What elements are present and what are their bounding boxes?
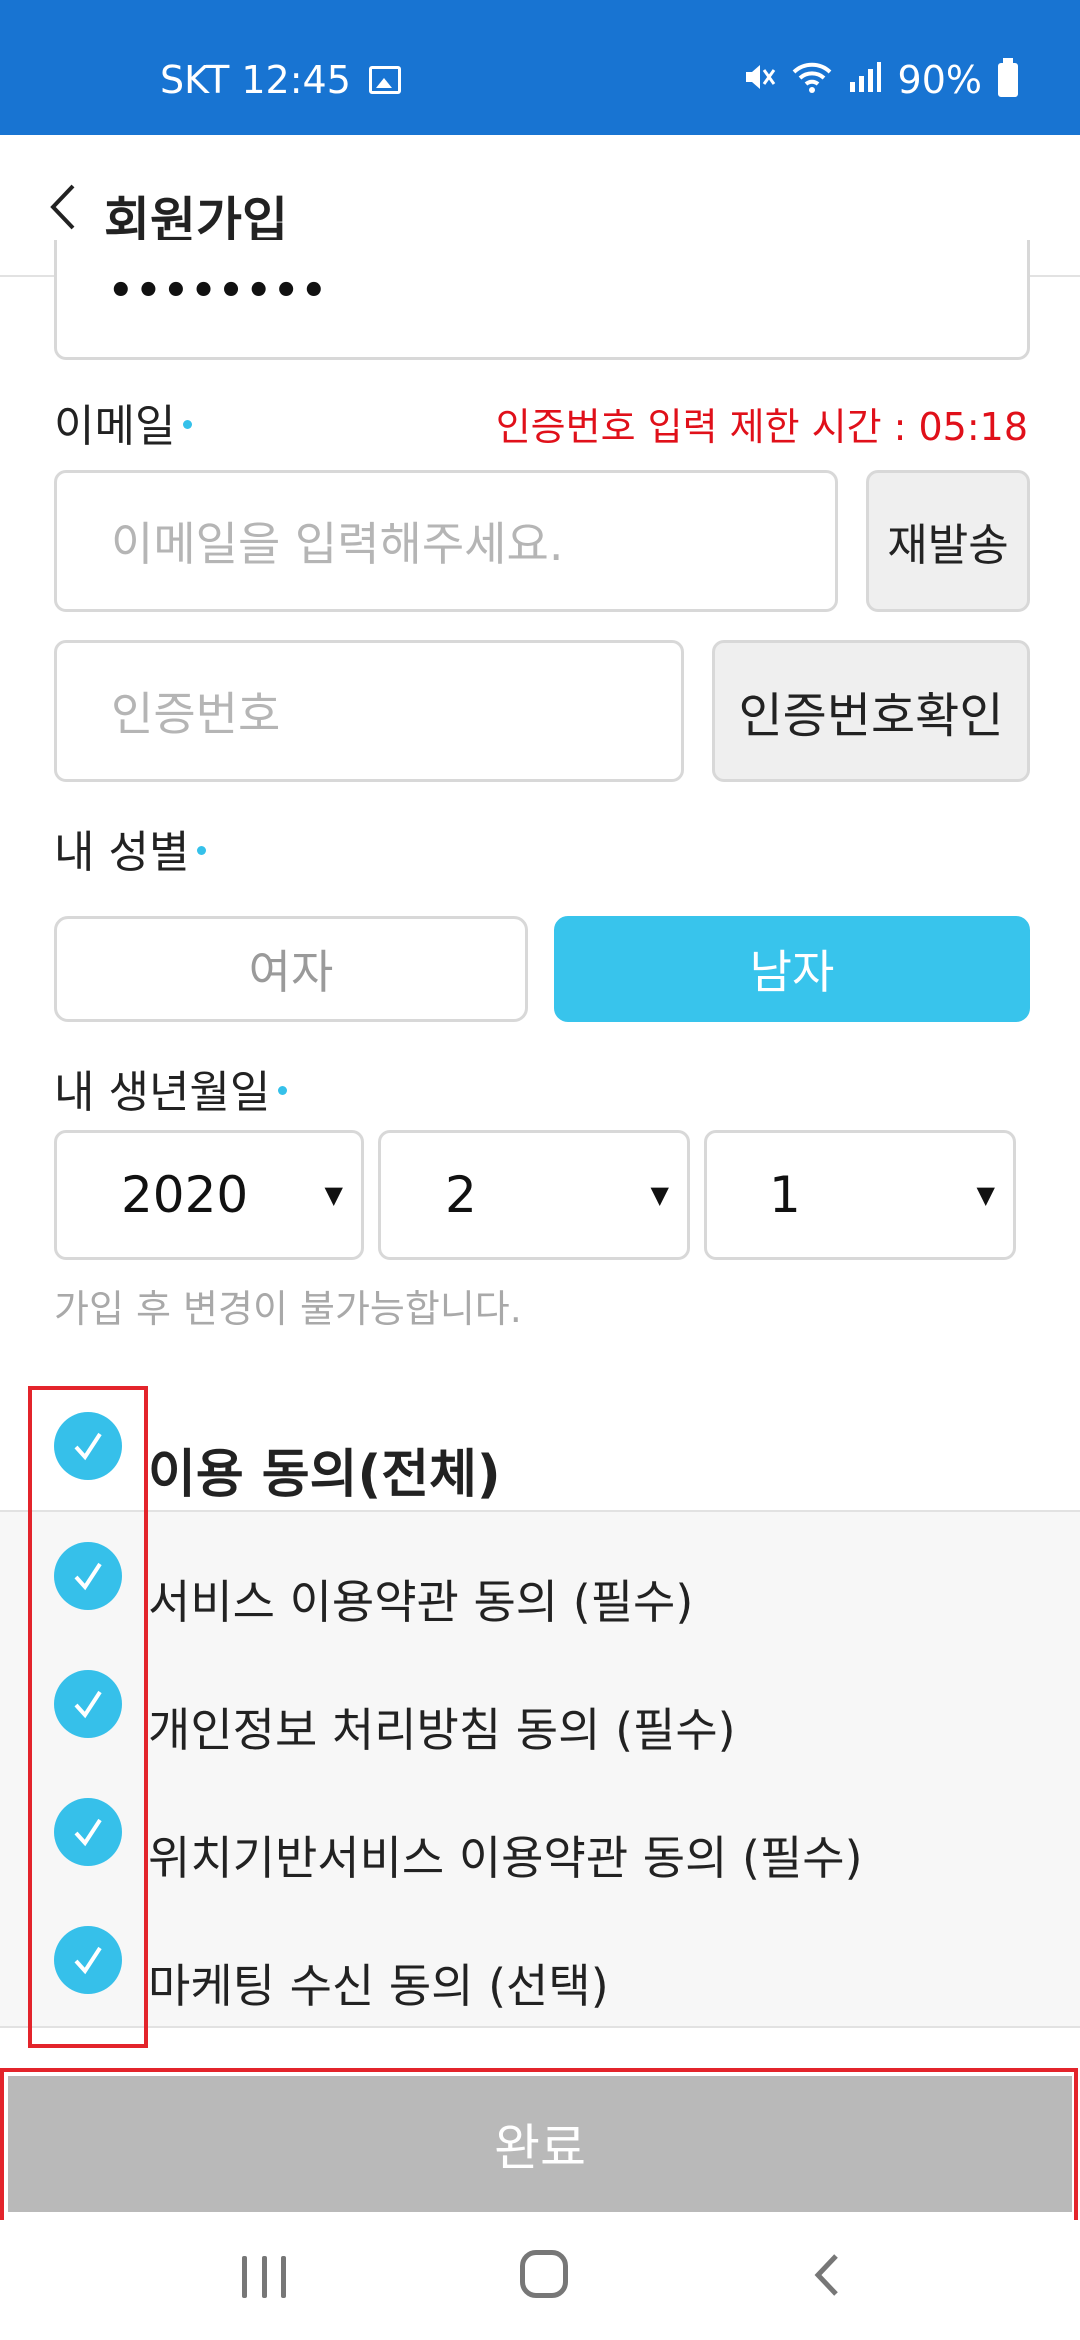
birth-year-select[interactable]: 2020 ▼ xyxy=(54,1130,364,1260)
birth-month-select[interactable]: 2 ▼ xyxy=(378,1130,690,1260)
gender-male-button[interactable]: 남자 xyxy=(554,916,1030,1022)
verify-code-button[interactable]: 인증번호확인 xyxy=(712,640,1030,782)
agree-location-label[interactable]: 위치기반서비스 이용약관 동의 (필수) xyxy=(148,1822,863,1888)
back-button[interactable] xyxy=(40,179,84,235)
back-nav-icon[interactable] xyxy=(810,2250,840,2300)
image-icon xyxy=(368,66,401,94)
status-right: 90% xyxy=(742,58,1018,102)
agree-terms-label[interactable]: 서비스 이용약관 동의 (필수) xyxy=(148,1566,693,1632)
agree-marketing-label[interactable]: 마케팅 수신 동의 (선택) xyxy=(148,1950,609,2016)
gender-female-button[interactable]: 여자 xyxy=(54,916,528,1022)
verification-code-input[interactable]: 인증번호 xyxy=(54,640,684,782)
signal-icon xyxy=(848,60,882,101)
done-button-highlight-frame xyxy=(0,2068,1078,2228)
required-dot xyxy=(278,1086,288,1095)
dropdown-caret-icon: ▼ xyxy=(650,1181,669,1209)
birth-label-wrap: 내 생년월일 xyxy=(54,1056,288,1120)
status-left: SKT 12:45 xyxy=(160,58,401,102)
required-dot xyxy=(197,846,207,855)
agree-all-label: 이용 동의(전체) xyxy=(148,1445,501,1505)
gender-label: 내 성별 xyxy=(54,827,190,878)
resend-label: 재발송 xyxy=(887,520,1009,571)
checkbox-highlight-frame xyxy=(28,1386,148,2048)
email-label-wrap: 이메일 xyxy=(54,390,193,454)
resend-button[interactable]: 재발송 xyxy=(866,470,1030,612)
system-nav-bar xyxy=(0,2220,1080,2340)
birth-month-value: 2 xyxy=(445,1166,477,1224)
agree-privacy-label[interactable]: 개인정보 처리방침 동의 (필수) xyxy=(148,1694,736,1760)
home-icon[interactable] xyxy=(520,2250,568,2298)
battery-percent: 90% xyxy=(897,58,982,102)
birth-year-value: 2020 xyxy=(121,1166,249,1224)
required-dot xyxy=(183,420,193,429)
battery-icon xyxy=(998,58,1018,97)
wifi-icon xyxy=(792,60,832,101)
dropdown-caret-icon: ▼ xyxy=(324,1181,343,1209)
code-placeholder: 인증번호 xyxy=(111,687,281,741)
email-placeholder: 이메일을 입력해주세요. xyxy=(111,517,564,571)
password-value: •••••••• xyxy=(108,268,329,314)
mute-icon xyxy=(742,60,776,101)
recent-apps-icon[interactable] xyxy=(242,2256,286,2298)
gender-female-label: 여자 xyxy=(248,945,334,999)
gender-male-label: 남자 xyxy=(749,945,835,999)
birth-day-value: 1 xyxy=(769,1166,801,1224)
email-input[interactable]: 이메일을 입력해주세요. xyxy=(54,470,838,612)
birth-label: 내 생년월일 xyxy=(54,1067,271,1118)
verification-timer: 인증번호 입력 제한 시간 : 05:18 xyxy=(495,405,1028,449)
status-bar: SKT 12:45 90% xyxy=(0,0,1080,135)
email-label: 이메일 xyxy=(54,401,176,452)
birth-hint: 가입 후 변경이 불가능합니다. xyxy=(54,1287,522,1331)
birth-day-select[interactable]: 1 ▼ xyxy=(704,1130,1016,1260)
verify-label: 인증번호확인 xyxy=(738,688,1004,744)
gender-label-wrap: 내 성별 xyxy=(54,816,207,880)
dropdown-caret-icon: ▼ xyxy=(976,1181,995,1209)
carrier-time: SKT 12:45 xyxy=(160,58,351,102)
chevron-left-icon xyxy=(50,184,75,230)
